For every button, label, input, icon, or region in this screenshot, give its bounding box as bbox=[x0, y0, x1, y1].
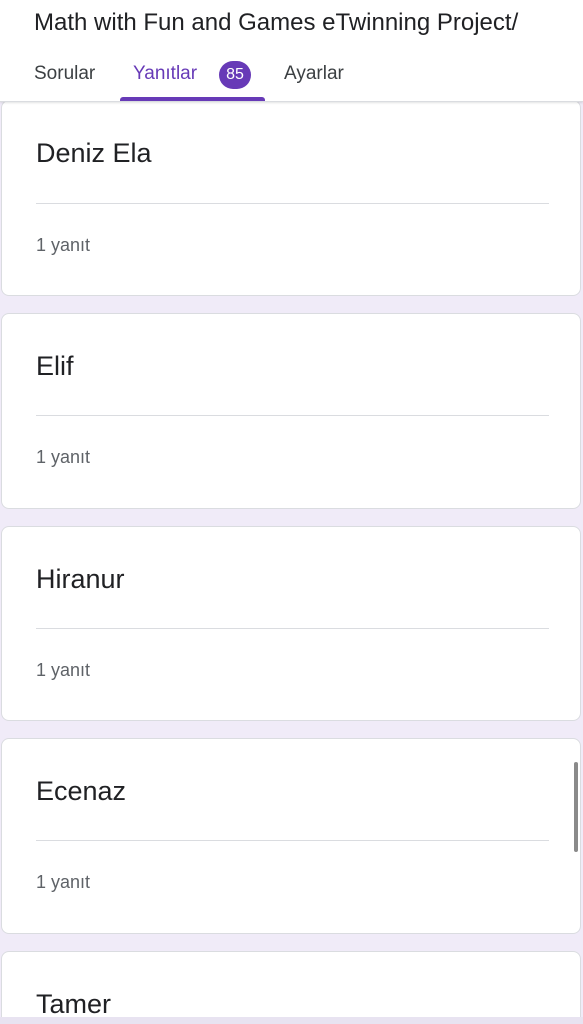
respondent-name: Deniz Ela bbox=[36, 138, 152, 168]
responses-count-badge: 85 bbox=[219, 61, 251, 89]
tab-settings[interactable]: Ayarlar bbox=[284, 56, 344, 101]
card-divider bbox=[36, 415, 549, 416]
tab-bar: Sorular Yanıtlar 85 Ayarlar bbox=[0, 56, 583, 101]
response-count: 1 yanıt bbox=[36, 872, 91, 892]
response-card[interactable]: Ecenaz 1 yanıt bbox=[1, 738, 581, 934]
tab-responses-label: Yanıtlar bbox=[133, 63, 198, 84]
active-tab-indicator bbox=[120, 97, 265, 101]
scrollbar-thumb[interactable] bbox=[574, 762, 578, 852]
tab-questions-label: Sorular bbox=[34, 63, 96, 84]
form-title: Math with Fun and Games eTwinning Projec… bbox=[34, 9, 519, 36]
response-count: 1 yanıt bbox=[36, 447, 91, 467]
response-card[interactable]: Hiranur 1 yanıt bbox=[1, 526, 581, 721]
response-count: 1 yanıt bbox=[36, 660, 91, 680]
responses-list[interactable]: Deniz Ela 1 yanıt Elif 1 yanıt Hiranur 1… bbox=[0, 101, 583, 1017]
response-count: 1 yanıt bbox=[36, 235, 91, 255]
card-divider bbox=[36, 840, 549, 841]
app-header: Math with Fun and Games eTwinning Projec… bbox=[0, 0, 583, 102]
card-divider bbox=[36, 203, 549, 204]
respondent-name: Hiranur bbox=[36, 564, 125, 594]
tab-settings-label: Ayarlar bbox=[284, 63, 344, 84]
respondent-name: Elif bbox=[36, 351, 74, 381]
bottom-edge bbox=[0, 1017, 583, 1024]
card-divider bbox=[36, 628, 549, 629]
respondent-name: Ecenaz bbox=[36, 776, 127, 806]
tab-questions[interactable]: Sorular bbox=[34, 56, 95, 101]
respondent-name: Tamer bbox=[36, 989, 112, 1017]
response-card[interactable]: Tamer bbox=[1, 951, 581, 1017]
response-card[interactable]: Elif 1 yanıt bbox=[1, 313, 581, 509]
response-card[interactable]: Deniz Ela 1 yanıt bbox=[1, 101, 581, 296]
tab-responses[interactable]: Yanıtlar 85 bbox=[120, 56, 265, 101]
